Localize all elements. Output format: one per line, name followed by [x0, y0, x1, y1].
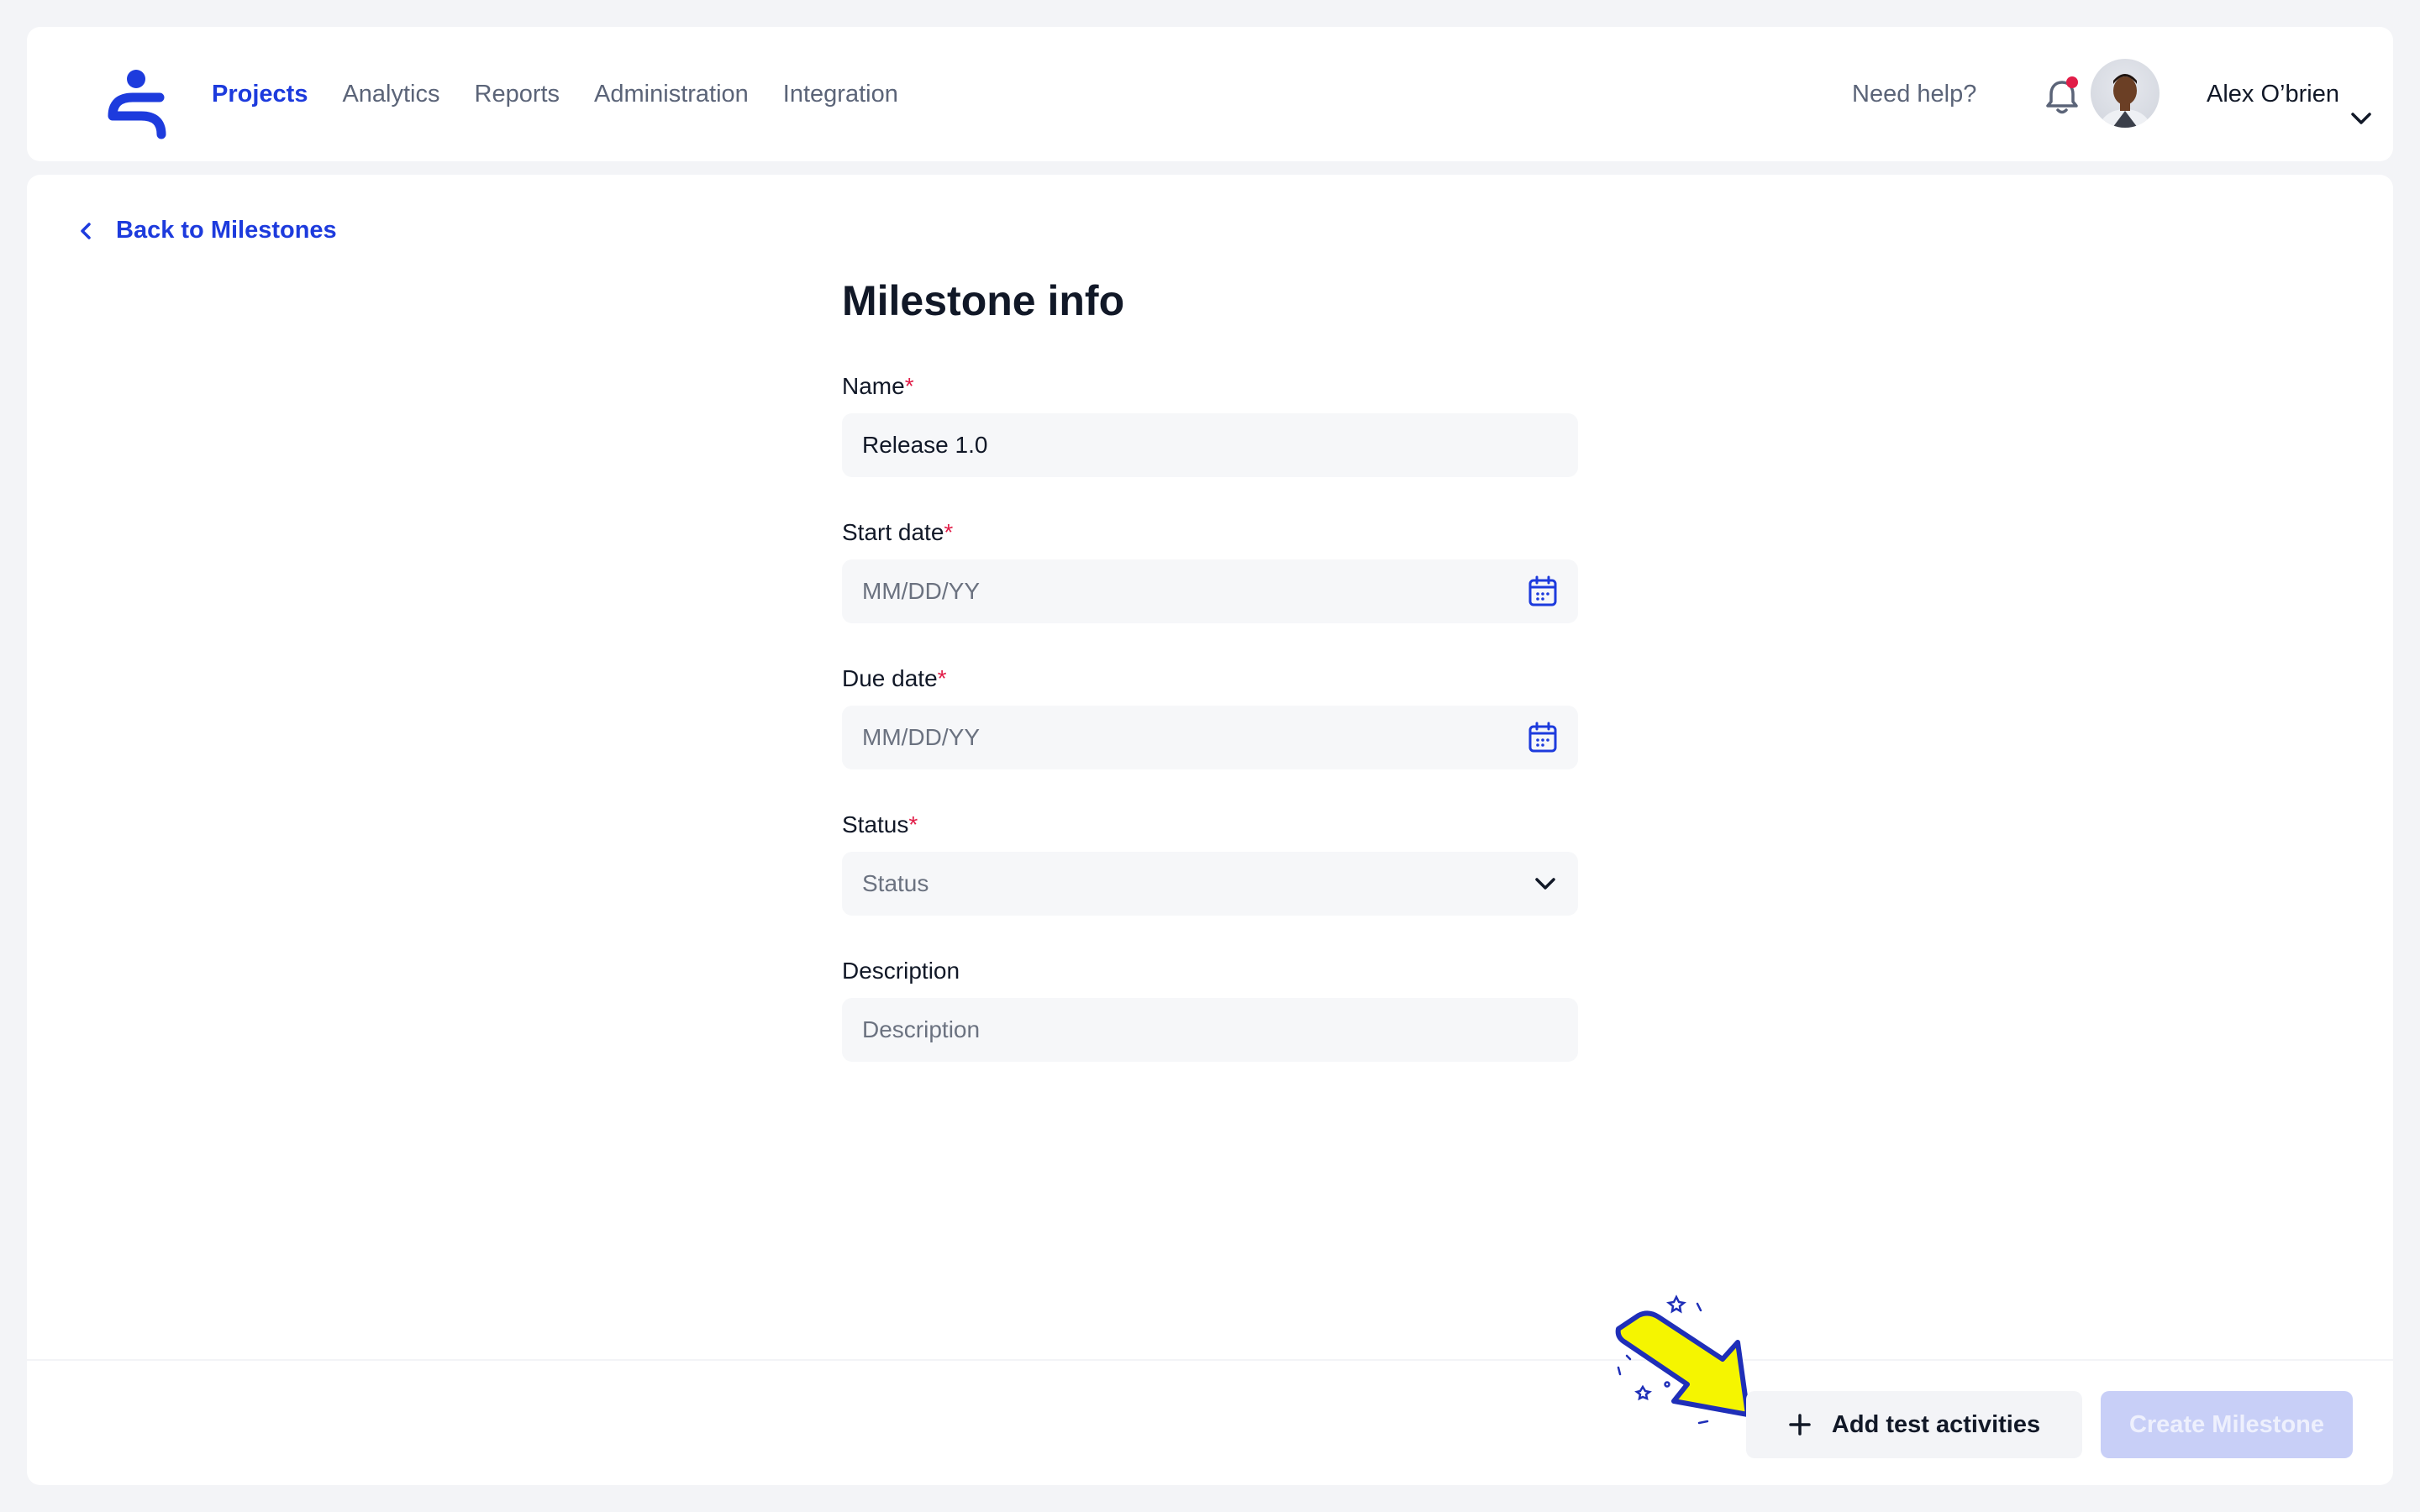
- bell-icon[interactable]: [2044, 76, 2081, 116]
- start-date-input[interactable]: MM/DD/YY: [842, 559, 1578, 623]
- description-label-text: Description: [842, 958, 960, 984]
- name-label: Name*: [842, 371, 1578, 402]
- help-link[interactable]: Need help?: [1852, 27, 1976, 161]
- nav-administration[interactable]: Administration: [594, 81, 749, 108]
- required-marker: *: [904, 373, 914, 399]
- top-bar: Projects Analytics Reports Administratio…: [27, 27, 2393, 161]
- main-nav: Projects Analytics Reports Administratio…: [212, 27, 933, 161]
- status-select[interactable]: Status: [842, 852, 1578, 916]
- description-placeholder: Description: [862, 1016, 981, 1042]
- user-name[interactable]: Alex O’brien: [2207, 27, 2339, 161]
- nav-integration[interactable]: Integration: [783, 81, 898, 108]
- required-marker: *: [944, 519, 954, 545]
- chevron-down-icon: [1535, 878, 1555, 890]
- start-date-label-text: Start date: [842, 519, 944, 545]
- status-field-group: Status* Status: [842, 810, 1578, 916]
- nav-analytics[interactable]: Analytics: [342, 81, 439, 108]
- required-marker: *: [908, 811, 918, 837]
- calendar-icon[interactable]: [1528, 575, 1558, 607]
- calendar-icon[interactable]: [1528, 722, 1558, 753]
- avatar[interactable]: [2091, 59, 2160, 128]
- due-date-input[interactable]: MM/DD/YY: [842, 706, 1578, 769]
- nav-reports[interactable]: Reports: [475, 81, 560, 108]
- page-title: Milestone info: [842, 277, 1125, 324]
- back-label: Back to Milestones: [116, 217, 337, 244]
- status-label-text: Status: [842, 811, 909, 837]
- create-milestone-label: Create Milestone: [2128, 1410, 2325, 1438]
- create-milestone-button[interactable]: Create Milestone: [2101, 1391, 2353, 1458]
- name-field-group: Name* Release 1.0: [842, 371, 1578, 477]
- description-label: Description: [842, 956, 1578, 986]
- start-date-field-group: Start date* MM/DD/YY: [842, 517, 1578, 623]
- due-date-placeholder: MM/DD/YY: [862, 724, 980, 750]
- chevron-left-icon: [81, 222, 91, 239]
- due-date-label: Due date*: [842, 664, 1578, 694]
- logo-icon[interactable]: [108, 69, 166, 143]
- plus-icon: [1789, 1414, 1811, 1436]
- name-input[interactable]: Release 1.0: [842, 413, 1578, 477]
- avatar-image: [2100, 74, 2150, 128]
- required-marker: *: [937, 665, 947, 691]
- footer-divider: [27, 1359, 2393, 1361]
- add-test-activities-label: Add test activities: [1831, 1410, 2041, 1438]
- due-date-field-group: Due date* MM/DD/YY: [842, 664, 1578, 769]
- main-panel: Back to Milestones Milestone info Name* …: [27, 175, 2393, 1485]
- add-test-activities-button[interactable]: Add test activities: [1746, 1391, 2082, 1458]
- description-field-group: Description Description: [842, 956, 1578, 1062]
- milestone-form: Milestone info Name* Release 1.0 Start d…: [842, 276, 1578, 1102]
- chevron-down-icon[interactable]: [2349, 111, 2373, 126]
- back-to-milestones-link[interactable]: Back to Milestones: [77, 217, 337, 244]
- description-input[interactable]: Description: [842, 998, 1578, 1062]
- start-date-label: Start date*: [842, 517, 1578, 548]
- name-value: Release 1.0: [862, 432, 988, 458]
- status-label: Status*: [842, 810, 1578, 840]
- start-date-placeholder: MM/DD/YY: [862, 578, 980, 604]
- name-label-text: Name: [842, 373, 905, 399]
- status-placeholder: Status: [862, 870, 929, 896]
- nav-projects[interactable]: Projects: [212, 81, 308, 108]
- due-date-label-text: Due date: [842, 665, 938, 691]
